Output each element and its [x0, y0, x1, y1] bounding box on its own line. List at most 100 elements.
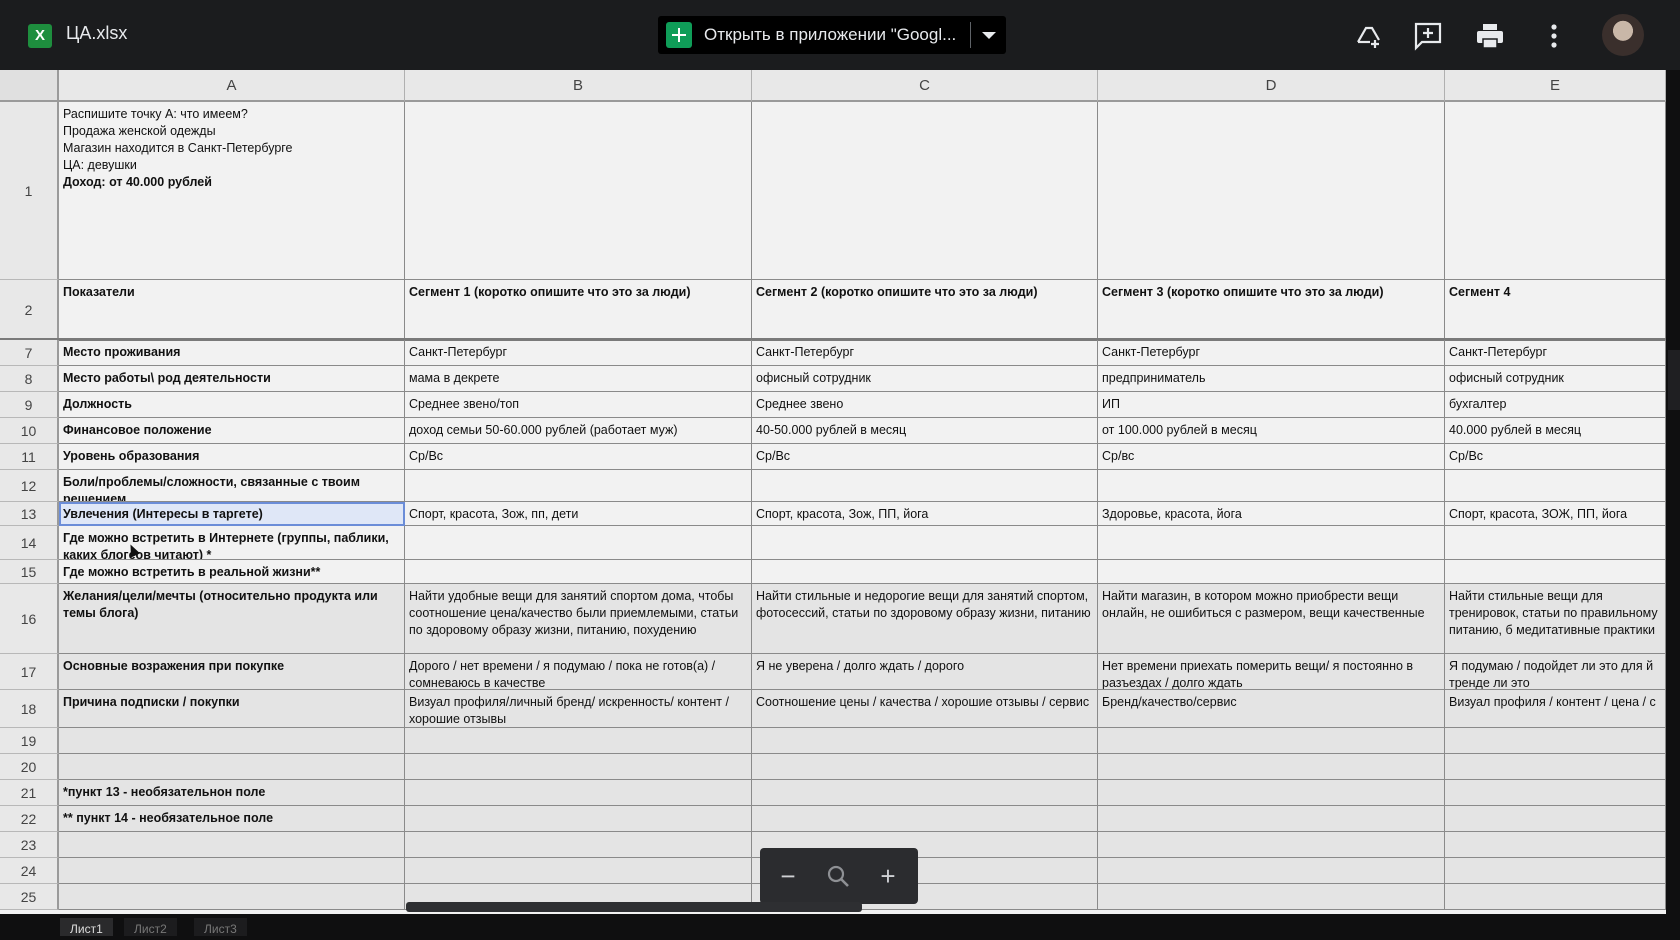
cell-c18[interactable]: Соотношение цены / качества / хорошие от…	[752, 690, 1098, 728]
row-header[interactable]: 8	[0, 366, 59, 392]
cell-d13[interactable]: Здоровье, красота, йога	[1098, 502, 1445, 526]
row-header[interactable]: 2	[0, 280, 59, 340]
cell-c14[interactable]	[752, 526, 1098, 560]
cell-b15[interactable]	[405, 560, 752, 584]
row-header[interactable]: 24	[0, 858, 59, 884]
cell-e25[interactable]	[1445, 884, 1666, 910]
cell-e23[interactable]	[1445, 832, 1666, 858]
cell-a21[interactable]: *пункт 13 - необязательнон поле	[59, 780, 405, 806]
tab-sheet1[interactable]: Лист1	[60, 918, 113, 936]
open-in-sheets-button[interactable]: Открыть в приложении "Googl...	[658, 16, 1006, 54]
cell-c22[interactable]	[752, 806, 1098, 832]
cell-d24[interactable]	[1098, 858, 1445, 884]
scroll-thumb[interactable]	[1668, 350, 1680, 410]
spreadsheet-grid[interactable]: A B C D E 1 Распишите точку А: что имеем? Прод…	[0, 70, 1666, 914]
cell-e1[interactable]	[1445, 102, 1666, 280]
tab-sheet3[interactable]: Лист3	[194, 918, 247, 936]
row-header[interactable]: 1	[0, 102, 59, 280]
cell-b16[interactable]: Найти удобные вещи для занятий спортом д…	[405, 584, 752, 654]
cell-b11[interactable]: Ср/Вс	[405, 444, 752, 470]
print-icon[interactable]	[1474, 20, 1506, 52]
row-header[interactable]: 16	[0, 584, 59, 654]
cell-e7[interactable]: Санкт-Петербург	[1445, 340, 1666, 366]
cell-c12[interactable]	[752, 470, 1098, 502]
zoom-out-button[interactable]: −	[774, 862, 802, 890]
cell-e13[interactable]: Спорт, красота, ЗОЖ, ПП, йога	[1445, 502, 1666, 526]
cell-d23[interactable]	[1098, 832, 1445, 858]
cell-b23[interactable]	[405, 832, 752, 858]
column-header-c[interactable]: C	[752, 70, 1098, 102]
row-header[interactable]: 21	[0, 780, 59, 806]
cell-b14[interactable]	[405, 526, 752, 560]
cell-d19[interactable]	[1098, 728, 1445, 754]
row-header[interactable]: 7	[0, 340, 59, 366]
cell-d10[interactable]: от 100.000 рублей в месяц	[1098, 418, 1445, 444]
cell-c15[interactable]	[752, 560, 1098, 584]
cell-a9[interactable]: Должность	[59, 392, 405, 418]
cell-d8[interactable]: предприниматель	[1098, 366, 1445, 392]
cell-b19[interactable]	[405, 728, 752, 754]
column-header-b[interactable]: B	[405, 70, 752, 102]
cell-c9[interactable]: Среднее звено	[752, 392, 1098, 418]
row-header[interactable]: 17	[0, 654, 59, 690]
cell-c13[interactable]: Спорт, красота, Зож, ПП, йога	[752, 502, 1098, 526]
cell-d7[interactable]: Санкт-Петербург	[1098, 340, 1445, 366]
column-header-e[interactable]: E	[1445, 70, 1666, 102]
row-header[interactable]: 20	[0, 754, 59, 780]
cell-e19[interactable]	[1445, 728, 1666, 754]
chevron-down-icon[interactable]	[982, 32, 996, 39]
row-header[interactable]: 14	[0, 526, 59, 560]
cell-a1[interactable]: Распишите точку А: что имеем? Продажа же…	[59, 102, 405, 280]
cell-b18[interactable]: Визуал профиля/личный бренд/ искренность…	[405, 690, 752, 728]
cell-a19[interactable]	[59, 728, 405, 754]
vertical-scrollbar[interactable]	[1668, 70, 1680, 914]
row-header[interactable]: 22	[0, 806, 59, 832]
row-header[interactable]: 25	[0, 884, 59, 910]
cell-e9[interactable]: бухгалтер	[1445, 392, 1666, 418]
cell-a15[interactable]: Где можно встретить в реальной жизни**	[59, 560, 405, 584]
cell-c19[interactable]	[752, 728, 1098, 754]
cell-d16[interactable]: Найти магазин, в котором можно приобрест…	[1098, 584, 1445, 654]
cell-c20[interactable]	[752, 754, 1098, 780]
cell-d11[interactable]: Ср/вс	[1098, 444, 1445, 470]
cell-d21[interactable]	[1098, 780, 1445, 806]
tab-sheet2[interactable]: Лист2	[124, 918, 177, 936]
cell-d17[interactable]: Нет времени приехать померить вещи/ я по…	[1098, 654, 1445, 690]
cell-b20[interactable]	[405, 754, 752, 780]
cell-a10[interactable]: Финансовое положение	[59, 418, 405, 444]
row-header[interactable]: 12	[0, 470, 59, 502]
row-header[interactable]: 23	[0, 832, 59, 858]
cell-a14[interactable]: Где можно встретить в Интернете (группы,…	[59, 526, 405, 560]
cell-e21[interactable]	[1445, 780, 1666, 806]
cell-a23[interactable]	[59, 832, 405, 858]
cell-e12[interactable]	[1445, 470, 1666, 502]
row-header[interactable]: 13	[0, 502, 59, 526]
more-vert-icon[interactable]	[1538, 20, 1570, 52]
drive-add-icon[interactable]	[1352, 20, 1384, 52]
row-header[interactable]: 10	[0, 418, 59, 444]
cell-c17[interactable]: Я не уверена / долго ждать / дорого	[752, 654, 1098, 690]
cell-c8[interactable]: офисный сотрудник	[752, 366, 1098, 392]
cell-a11[interactable]: Уровень образования	[59, 444, 405, 470]
cell-a13[interactable]: Увлечения (Интересы в таргете)	[59, 502, 405, 526]
cell-e20[interactable]	[1445, 754, 1666, 780]
cell-d2[interactable]: Сегмент 3 (коротко опишите что это за лю…	[1098, 280, 1445, 340]
row-header[interactable]: 9	[0, 392, 59, 418]
cell-e18[interactable]: Визуал профиля / контент / цена / с	[1445, 690, 1666, 728]
cell-e11[interactable]: Ср/Вс	[1445, 444, 1666, 470]
cell-e2[interactable]: Сегмент 4	[1445, 280, 1666, 340]
cell-b24[interactable]	[405, 858, 752, 884]
zoom-in-button[interactable]: +	[874, 862, 902, 890]
avatar[interactable]	[1602, 14, 1644, 56]
cell-a7[interactable]: Место проживания	[59, 340, 405, 366]
cell-c7[interactable]: Санкт-Петербург	[752, 340, 1098, 366]
cell-e16[interactable]: Найти стильные вещи для тренировок, стат…	[1445, 584, 1666, 654]
cell-b10[interactable]: доход семьи 50-60.000 рублей (работает м…	[405, 418, 752, 444]
cell-b12[interactable]	[405, 470, 752, 502]
select-all-corner[interactable]	[0, 70, 59, 102]
cell-b1[interactable]	[405, 102, 752, 280]
cell-d14[interactable]	[1098, 526, 1445, 560]
cell-d22[interactable]	[1098, 806, 1445, 832]
zoom-search-icon[interactable]	[824, 862, 852, 890]
cell-e10[interactable]: 40.000 рублей в месяц	[1445, 418, 1666, 444]
